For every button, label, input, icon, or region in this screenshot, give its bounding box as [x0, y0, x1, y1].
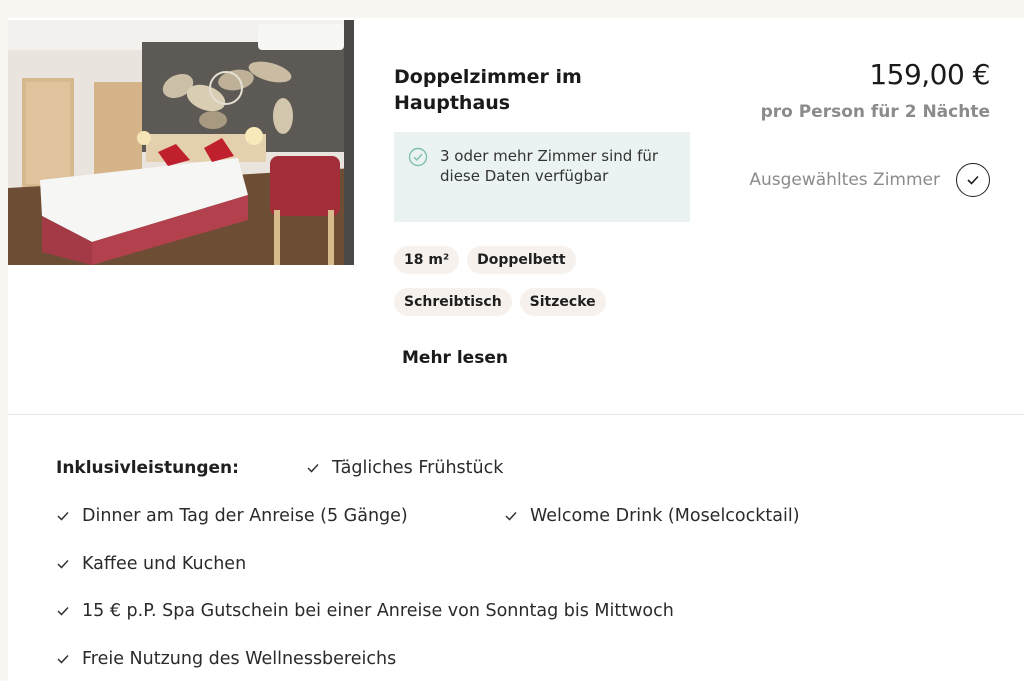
room-price: 159,00 €	[869, 58, 990, 91]
feature-chips-row-1: 18 m² Doppelbett	[394, 246, 576, 274]
inclusion-item: 15 € p.P. Spa Gutschein bei einer Anreis…	[56, 601, 674, 621]
inclusion-text: Welcome Drink (Moselcocktail)	[530, 506, 800, 526]
feature-chip-desk: Schreibtisch	[394, 288, 512, 316]
price-note: pro Person für 2 Nächte	[760, 102, 990, 122]
check-icon	[57, 559, 69, 569]
availability-notice: 3 oder mehr Zimmer sind für diese Daten …	[394, 132, 690, 222]
room-photo[interactable]	[8, 20, 354, 265]
feature-chip-seating: Sitzecke	[519, 288, 606, 316]
selected-room-label: Ausgewähltes Zimmer	[749, 170, 940, 190]
inclusion-item: Tägliches Frühstück	[306, 458, 503, 478]
check-icon	[505, 511, 517, 521]
section-divider	[8, 414, 1024, 415]
read-more-link[interactable]: Mehr lesen	[402, 348, 508, 368]
feature-chips-row-2: Schreibtisch Sitzecke	[394, 288, 606, 316]
check-icon	[57, 511, 69, 521]
feature-chip-bed: Doppelbett	[467, 246, 576, 274]
inclusions-heading: Inklusivleistungen:	[56, 458, 239, 478]
room-card: Doppelzimmer im Haupthaus 159,00 € pro P…	[8, 18, 1024, 681]
check-icon	[57, 654, 69, 664]
inclusion-item: Welcome Drink (Moselcocktail)	[504, 506, 800, 526]
inclusion-item: Kaffee und Kuchen	[56, 554, 246, 574]
check-icon	[307, 463, 319, 473]
inclusion-text: Dinner am Tag der Anreise (5 Gänge)	[82, 506, 408, 526]
inclusion-item: Freie Nutzung des Wellnessbereichs	[56, 649, 396, 669]
inclusion-text: Kaffee und Kuchen	[82, 554, 247, 574]
selected-room-toggle[interactable]: Ausgewähltes Zimmer	[749, 163, 990, 197]
inclusion-text: Tägliches Frühstück	[332, 458, 504, 478]
inclusion-text: 15 € p.P. Spa Gutschein bei einer Anreis…	[82, 601, 674, 621]
room-title: Doppelzimmer im Haupthaus	[394, 66, 582, 114]
check-icon	[57, 606, 69, 616]
check-circle-outline-icon[interactable]	[956, 163, 990, 197]
availability-text: 3 oder mehr Zimmer sind für diese Daten …	[440, 147, 659, 185]
feature-chip-size: 18 m²	[394, 246, 460, 274]
inclusion-item: Dinner am Tag der Anreise (5 Gänge)	[56, 506, 408, 526]
inclusion-text: Freie Nutzung des Wellnessbereichs	[82, 649, 397, 669]
check-circle-icon	[408, 147, 428, 222]
